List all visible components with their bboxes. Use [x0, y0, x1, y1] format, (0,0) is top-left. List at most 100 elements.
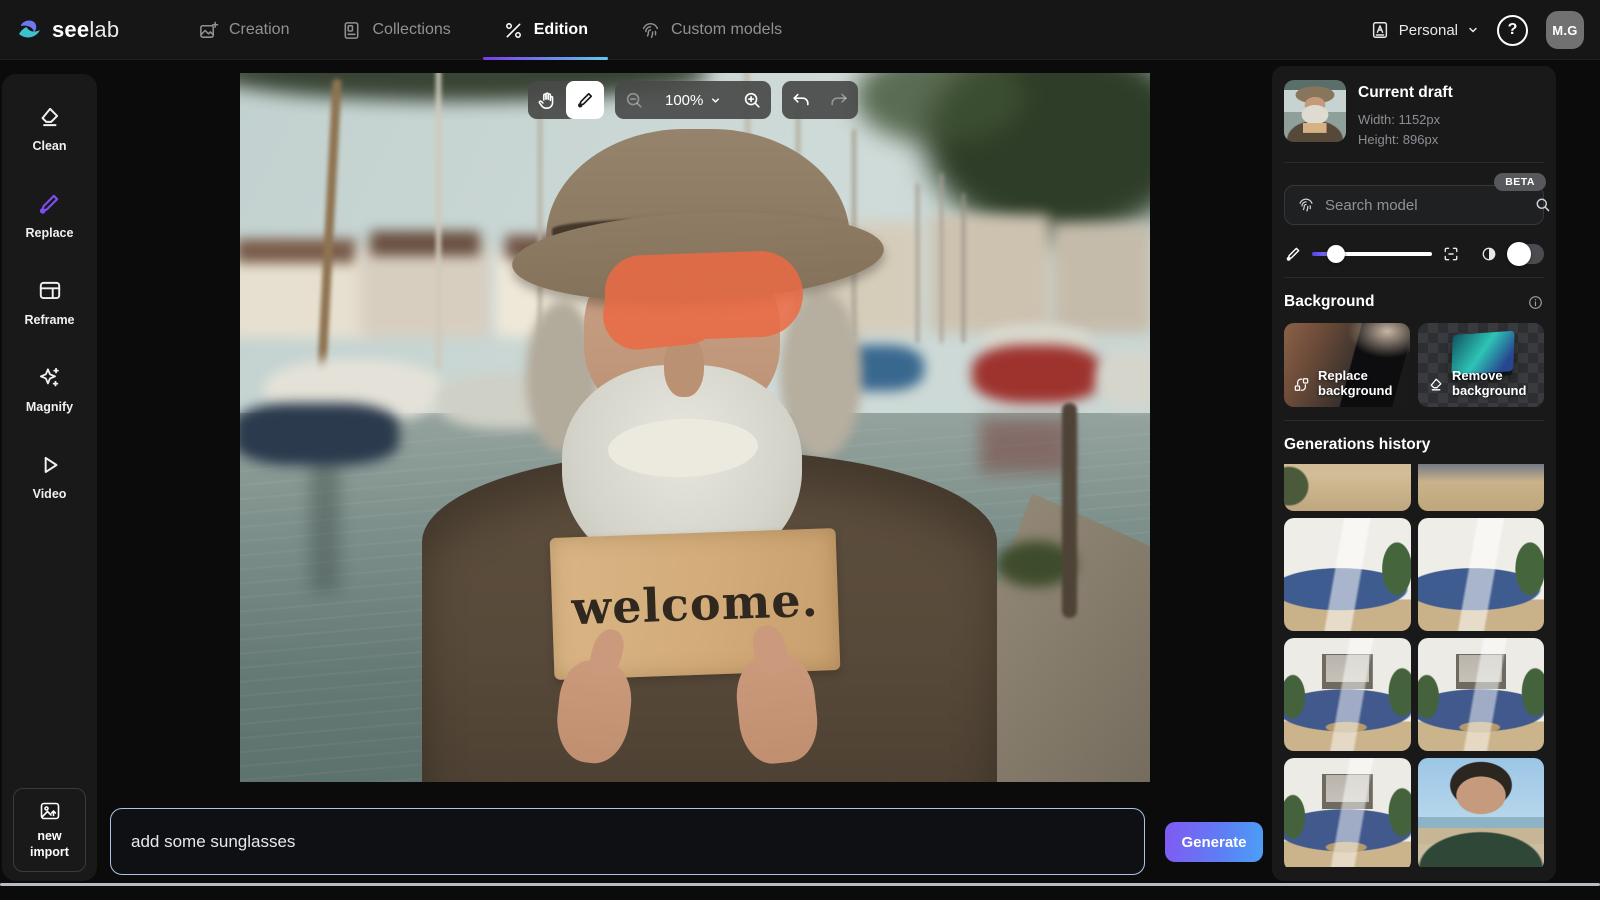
brush-icon: [575, 90, 595, 110]
chevron-down-icon: [1467, 24, 1479, 36]
generate-button[interactable]: Generate: [1165, 822, 1263, 862]
sign-text: welcome.: [571, 573, 820, 636]
harbor-house: [360, 245, 490, 337]
current-draft-row: Current draft Width: 1152px Height: 896p…: [1284, 80, 1544, 149]
boat-mast: [940, 173, 943, 343]
fingerprint-icon: [640, 20, 661, 41]
redo-button[interactable]: [820, 81, 858, 119]
history-thumbnail[interactable]: [1284, 758, 1411, 867]
new-import-button[interactable]: new import: [13, 788, 86, 872]
tab-label: Edition: [534, 21, 588, 39]
navy-boat-hull: [240, 403, 399, 465]
boat-mast: [436, 73, 441, 371]
draft-height: Height: 896px: [1358, 130, 1453, 150]
harbor-house: [930, 215, 1050, 333]
workspace-selector[interactable]: Personal: [1370, 20, 1479, 40]
red-boat-hull: [972, 345, 1102, 403]
beta-badge: BETA: [1494, 173, 1546, 191]
help-icon[interactable]: ?: [1497, 15, 1528, 46]
undo-button[interactable]: [782, 81, 820, 119]
undo-icon: [791, 90, 811, 110]
replace-background-label: Replace background: [1318, 369, 1394, 399]
current-draft-title: Current draft: [1358, 84, 1453, 102]
brand-text: seelab: [52, 17, 119, 43]
tool-clean[interactable]: Clean: [32, 104, 66, 153]
edition-icon: [503, 20, 524, 41]
tool-video[interactable]: Video: [33, 452, 67, 501]
seelab-logo-icon: [16, 16, 44, 44]
history-section-header: Generations history: [1284, 436, 1544, 454]
mask-preview-toggle[interactable]: [1508, 244, 1544, 264]
hand-tool-button[interactable]: [528, 81, 566, 119]
history-group: [782, 81, 858, 119]
avatar[interactable]: M.G: [1546, 11, 1584, 49]
zoom-level-dropdown[interactable]: 100%: [653, 92, 733, 109]
right-panel: Current draft Width: 1152px Height: 896p…: [1272, 66, 1556, 881]
toggle-knob[interactable]: [1507, 242, 1531, 266]
seelab-logo[interactable]: seelab: [16, 0, 119, 60]
background-section-header: Background: [1284, 293, 1544, 311]
tab-label: Custom models: [671, 21, 782, 39]
zoom-in-button[interactable]: [733, 81, 771, 119]
tab-collections[interactable]: Collections: [341, 0, 450, 60]
boat-mast: [962, 193, 965, 343]
history-thumbnail[interactable]: [1418, 518, 1545, 631]
collections-icon: [341, 20, 362, 41]
remove-background-card[interactable]: Remove background: [1418, 323, 1544, 407]
brush-size-slider[interactable]: [1312, 252, 1432, 256]
redo-icon: [829, 90, 849, 110]
nav-right-cluster: Personal ? M.G: [1370, 0, 1584, 60]
sparkles-icon: [36, 365, 62, 391]
zoom-in-icon: [742, 90, 762, 110]
contrast-icon: [1480, 245, 1498, 263]
tool-mode-group: [528, 81, 604, 119]
brush-size-icon: [1284, 245, 1302, 263]
brush-tool-button[interactable]: [566, 81, 604, 119]
history-thumbnail[interactable]: [1284, 638, 1411, 751]
eraser-icon: [36, 104, 62, 130]
fingerprint-icon: [1297, 196, 1315, 214]
tab-edition[interactable]: Edition: [503, 0, 588, 60]
focus-frame-icon[interactable]: [1442, 245, 1460, 263]
tab-creation[interactable]: Creation: [198, 0, 289, 60]
brush-settings-row: [1284, 244, 1544, 264]
history-thumbnail[interactable]: [1418, 638, 1545, 751]
hand-icon: [537, 90, 557, 110]
tool-list: Clean Replace Reframe: [2, 74, 97, 501]
history-thumbnail[interactable]: [1418, 464, 1545, 511]
zoom-out-button[interactable]: [615, 81, 653, 119]
generations-history-scroll[interactable]: [1284, 464, 1544, 867]
info-icon[interactable]: [1527, 294, 1544, 311]
background-title: Background: [1284, 293, 1374, 311]
card-label-row: Remove background: [1427, 369, 1528, 399]
divider: [1284, 420, 1544, 421]
play-icon: [37, 452, 63, 478]
model-search-box[interactable]: [1284, 185, 1544, 225]
harbor-roof: [370, 231, 480, 256]
brush-icon: [36, 191, 62, 217]
tab-custom-models[interactable]: Custom models: [640, 0, 782, 60]
reframe-icon: [37, 278, 63, 304]
divider: [1284, 162, 1544, 163]
white-boat: [1096, 351, 1150, 407]
prompt-input[interactable]: [110, 808, 1145, 875]
tool-magnify[interactable]: Magnify: [26, 365, 73, 414]
chevron-down-icon: [710, 95, 721, 106]
canvas-image[interactable]: welcome.: [240, 73, 1150, 782]
nav-tabs: Creation Collections Edition: [198, 0, 782, 60]
canvas-toolbar: 100%: [528, 81, 858, 119]
tool-label: Replace: [26, 226, 74, 240]
zoom-level-value: 100%: [665, 92, 703, 109]
replace-background-card[interactable]: Replace background: [1284, 323, 1410, 407]
boat-mast: [916, 183, 919, 343]
history-thumbnail[interactable]: [1284, 518, 1411, 631]
current-draft-thumbnail[interactable]: [1284, 80, 1346, 142]
history-thumbnail[interactable]: [1418, 758, 1545, 867]
model-search-input[interactable]: [1325, 197, 1524, 214]
tool-replace[interactable]: Replace: [26, 191, 74, 240]
history-thumbnail[interactable]: [1284, 464, 1411, 511]
slider-knob[interactable]: [1327, 245, 1345, 263]
tab-label: Collections: [372, 21, 450, 39]
eraser-icon: [1427, 376, 1444, 393]
tool-reframe[interactable]: Reframe: [24, 278, 74, 327]
